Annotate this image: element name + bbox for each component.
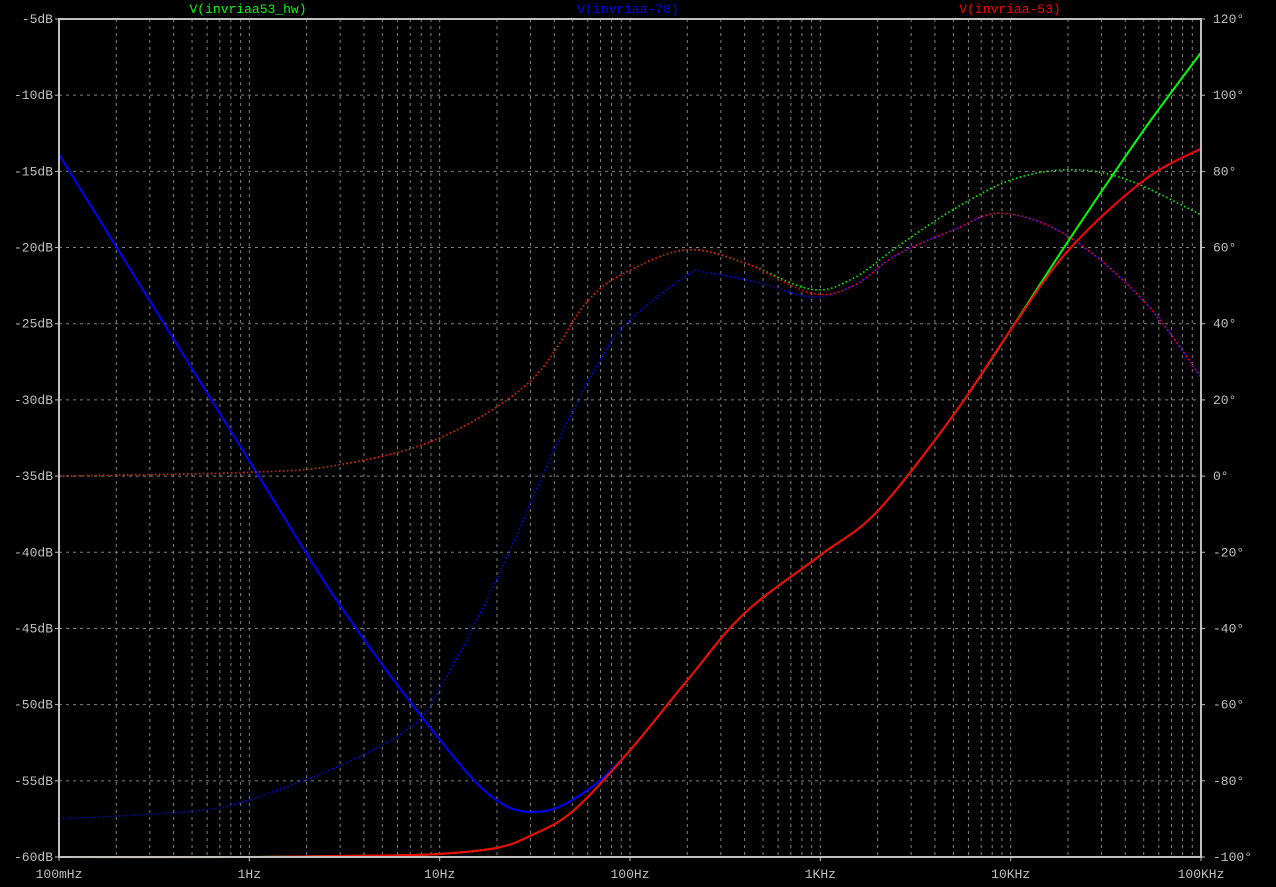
y-tick-label: -50dB: [14, 698, 53, 713]
y2-tick-label: 100°: [1213, 88, 1244, 103]
x-tick-label: 1Hz: [238, 867, 261, 882]
y-tick-label: -35dB: [14, 469, 53, 484]
x-tick-label: 1KHz: [805, 867, 836, 882]
bode-plot: -5dB -10dB -15dB -20dB -25dB -30dB -35dB -40dB -…: [14, 2, 1252, 882]
y2-tick-label: -40°: [1213, 621, 1244, 636]
plot-frame: [58, 18, 1202, 858]
y2-tick-label: 0°: [1213, 469, 1229, 484]
y-tick-label: -20dB: [14, 241, 53, 256]
x-tick-label: 100Hz: [610, 867, 649, 882]
legend-entry: V(invriaa-53): [959, 2, 1060, 17]
x-tick-label: 100KHz: [1178, 867, 1225, 882]
legend-entry: V(invriaa53_hw): [189, 2, 306, 17]
y2-tick-label: 40°: [1213, 317, 1236, 332]
y-tick-label: -10dB: [14, 88, 53, 103]
y-tick-label: -30dB: [14, 393, 53, 408]
x-tick-label: 10KHz: [991, 867, 1030, 882]
y2-tick-label: -60°: [1213, 698, 1244, 713]
y2-tick-label: 20°: [1213, 393, 1236, 408]
y2-tick-label: -100°: [1213, 850, 1252, 865]
y2-tick-label: -20°: [1213, 545, 1244, 560]
y-tick-label: -40dB: [14, 545, 53, 560]
y2-tick-label: 120°: [1213, 12, 1244, 27]
legend-entry: V(invriaa-78): [577, 2, 678, 17]
y-tick-label: -60dB: [14, 850, 53, 865]
x-tick-label: 100mHz: [36, 867, 83, 882]
y2-tick-label: 60°: [1213, 241, 1236, 256]
y-tick-label: -45dB: [14, 621, 53, 636]
axes: -5dB -10dB -15dB -20dB -25dB -30dB -35dB -40dB -…: [14, 12, 1252, 882]
grid: [59, 19, 1201, 857]
x-tick-label: 10Hz: [424, 867, 455, 882]
y-tick-label: -25dB: [14, 317, 53, 332]
y-tick-label: -15dB: [14, 164, 53, 179]
y2-tick-label: -80°: [1213, 774, 1244, 789]
y2-tick-label: 80°: [1213, 164, 1236, 179]
y-tick-label: -5dB: [22, 12, 53, 27]
y-tick-label: -55dB: [14, 774, 53, 789]
legend: V(invriaa53_hw) V(invriaa-78) V(invriaa-53…: [189, 2, 1060, 17]
